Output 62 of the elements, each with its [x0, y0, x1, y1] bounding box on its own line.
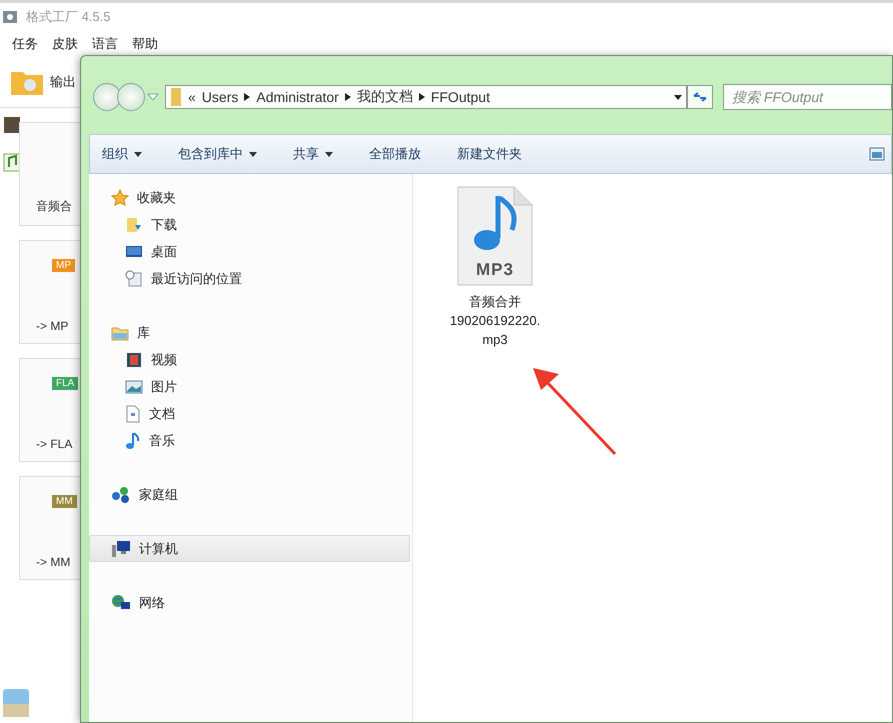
nav-item[interactable]: 图片	[89, 373, 410, 400]
menu-item[interactable]: 皮肤	[52, 35, 78, 53]
refresh-icon	[692, 91, 708, 103]
nav-item[interactable]: 库	[89, 319, 410, 346]
nav-item[interactable]: 下载	[89, 211, 410, 238]
menu-item[interactable]: 帮助	[132, 35, 158, 53]
preview-pane-icon[interactable]	[869, 147, 885, 161]
card-label: -> MP	[36, 319, 70, 333]
audio-file-icon	[456, 186, 534, 286]
output-folder-button[interactable]: 输出	[10, 68, 76, 96]
menu-item[interactable]: 语言	[92, 35, 118, 53]
toolbar-button[interactable]: 新建文件夹	[457, 145, 522, 163]
window-title: 格式工厂 4.5.5	[26, 8, 111, 26]
file-name: 音频合并 190206192220. mp3	[450, 293, 540, 349]
chevron-icon[interactable]	[418, 93, 425, 101]
folder-download-icon	[125, 216, 143, 234]
chevron-icon[interactable]	[244, 93, 250, 101]
network-icon	[111, 594, 131, 612]
nav-item[interactable]: 文档	[89, 400, 410, 427]
conversion-card[interactable]: 音频合	[19, 122, 81, 226]
file-type-label: MP3	[475, 260, 515, 280]
toolbar-button[interactable]: 全部播放	[369, 145, 421, 163]
music-note-icon[interactable]	[3, 152, 21, 172]
dropdown-icon[interactable]	[674, 94, 682, 100]
search-field[interactable]: 搜索 FFOutput	[723, 84, 892, 110]
format-badge: MM	[52, 495, 77, 508]
menu-item[interactable]: 任务	[12, 35, 38, 53]
format-badge: MP	[52, 259, 75, 272]
picture-icon	[125, 378, 143, 394]
breadcrumb-item[interactable]: Administrator	[256, 89, 339, 105]
nav-item[interactable]: 音乐	[89, 427, 410, 454]
nav-item[interactable]: 桌面	[89, 238, 410, 265]
address-bar[interactable]: « Users Administrator 我的文档 FFOutput	[165, 85, 687, 109]
music-note-icon	[125, 432, 141, 450]
chevron-icon[interactable]	[344, 93, 351, 101]
card-label: -> FLA	[36, 437, 74, 451]
toolbar-button[interactable]: 包含到库中	[178, 145, 257, 163]
breadcrumb-overflow[interactable]: «	[188, 89, 196, 105]
computer-icon	[111, 540, 131, 558]
conversion-card[interactable]: FLA -> FLA	[19, 358, 81, 462]
breadcrumb-item[interactable]: FFOutput	[430, 89, 490, 105]
card-label: -> MM	[36, 555, 72, 569]
nav-item[interactable]: 最近访问的位置	[89, 265, 410, 292]
conversion-card[interactable]: MP -> MP	[19, 240, 81, 344]
conversion-card[interactable]: MM -> MM	[19, 476, 81, 580]
nav-item[interactable]: 视频	[89, 346, 410, 373]
star-icon	[111, 188, 129, 206]
toolbar-button[interactable]: 共享	[293, 145, 333, 163]
card-label: 音频合	[36, 198, 73, 215]
recent-places-icon	[125, 270, 143, 288]
homegroup-icon	[111, 486, 131, 504]
breadcrumb-item[interactable]: Users	[202, 89, 238, 105]
document-icon	[125, 404, 141, 422]
nav-item[interactable]: 网络	[89, 589, 410, 616]
breadcrumb-item[interactable]: 我的文档	[356, 88, 413, 106]
toolbar-button[interactable]: 组织	[102, 145, 142, 163]
file-item[interactable]: MP3 音频合并 190206192220. mp3	[435, 186, 555, 349]
nav-item[interactable]: 家庭组	[89, 481, 410, 508]
nav-item[interactable]: 收藏夹	[89, 184, 410, 211]
nav-item[interactable]: 计算机	[89, 535, 410, 562]
refresh-button[interactable]	[687, 85, 713, 109]
format-badge: FLA	[52, 377, 78, 390]
